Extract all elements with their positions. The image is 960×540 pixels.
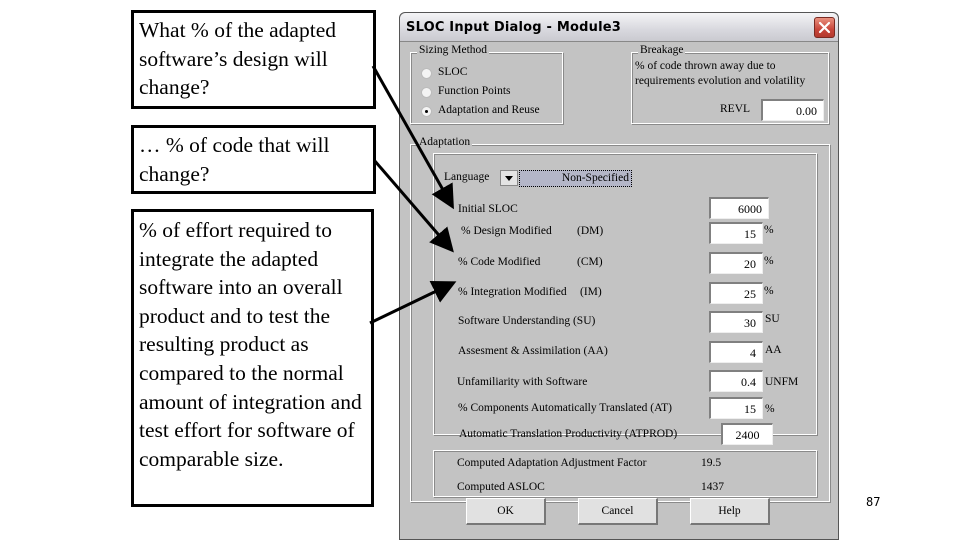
breakage-description-2: requirements evolution and volatility xyxy=(635,75,806,87)
ok-button[interactable]: OK xyxy=(466,498,546,525)
cm-abbr: (CM) xyxy=(577,256,603,268)
sloc-input-dialog: SLOC Input Dialog - Module3 Sizing Metho… xyxy=(399,12,839,540)
close-button[interactable] xyxy=(814,17,835,38)
breakage-group: Breakage % of code thrown away due to re… xyxy=(631,44,829,124)
dm-unit: % xyxy=(764,224,774,236)
adaptation-group: Adaptation Language Non-Specified Initia… xyxy=(410,136,830,502)
breakage-legend: Breakage xyxy=(638,44,686,56)
initial-sloc-input[interactable]: 6000 xyxy=(709,197,769,219)
atprod-label: Automatic Translation Productivity (ATPR… xyxy=(459,428,678,440)
radio-label: Function Points xyxy=(438,85,511,97)
cm-label: % Code Modified xyxy=(458,256,541,268)
asloc-value: 1437 xyxy=(701,481,724,493)
language-label: Language xyxy=(444,171,490,183)
dm-abbr: (DM) xyxy=(577,225,604,237)
im-abbr: (IM) xyxy=(580,286,602,298)
adaptation-legend: Adaptation xyxy=(417,136,473,148)
im-input[interactable]: 25 xyxy=(709,282,763,304)
su-input[interactable]: 30 xyxy=(709,311,763,333)
im-label: % Integration Modified xyxy=(458,286,567,298)
unfm-input[interactable]: 0.4 xyxy=(709,370,763,392)
radio-label: SLOC xyxy=(438,66,468,78)
at-input[interactable]: 15 xyxy=(709,397,763,419)
close-icon xyxy=(818,21,831,34)
radio-button[interactable] xyxy=(421,87,432,98)
slide-number: 87 xyxy=(866,495,881,509)
aa-input[interactable]: 4 xyxy=(709,341,763,363)
at-label: % Components Automatically Translated (A… xyxy=(458,402,673,414)
cm-unit: % xyxy=(764,255,774,267)
sizing-method-group: Sizing Method SLOC Function Points Adapt… xyxy=(410,44,563,124)
dialog-title: SLOC Input Dialog - Module3 xyxy=(406,20,621,35)
revl-input[interactable]: 0.00 xyxy=(761,99,824,121)
sizing-method-legend: Sizing Method xyxy=(417,44,490,56)
su-unit: SU xyxy=(765,313,780,325)
asloc-label: Computed ASLOC xyxy=(457,481,545,493)
callout-code-modified: … % of code that will change? xyxy=(131,125,376,194)
radio-button-selected[interactable] xyxy=(421,106,432,117)
title-bar[interactable]: SLOC Input Dialog - Module3 xyxy=(400,13,838,42)
computed-results-panel: Computed Adaptation Adjustment Factor 19… xyxy=(433,450,817,497)
cm-input[interactable]: 20 xyxy=(709,252,763,274)
aaf-label: Computed Adaptation Adjustment Factor xyxy=(457,457,647,469)
callout-integration-modified: % of effort required to integrate the ad… xyxy=(131,209,374,507)
adaptation-parameters-panel: Language Non-Specified Initial SLOC 6000… xyxy=(433,153,817,445)
im-unit: % xyxy=(764,285,774,297)
radio-button[interactable] xyxy=(421,68,432,79)
dm-label: % Design Modified xyxy=(461,225,552,237)
revl-label: REVL xyxy=(720,103,751,115)
language-dropdown-button[interactable] xyxy=(500,170,518,186)
dm-input[interactable]: 15 xyxy=(709,222,763,244)
callout-design-modified: What % of the adapted software’s design … xyxy=(131,10,376,109)
at-unit: % xyxy=(765,403,775,415)
breakage-description: % of code thrown away due to xyxy=(635,60,776,72)
initial-sloc-label: Initial SLOC xyxy=(458,203,518,215)
radio-label: Adaptation and Reuse xyxy=(438,104,540,116)
su-label: Software Understanding (SU) xyxy=(458,315,596,327)
language-select[interactable]: Non-Specified xyxy=(519,170,632,187)
help-button[interactable]: Help xyxy=(690,498,770,525)
unfm-label: Unfamiliarity with Software xyxy=(457,376,588,388)
aa-label: Assesment & Assimilation (AA) xyxy=(458,345,608,357)
unfm-unit: UNFM xyxy=(765,376,799,388)
atprod-input[interactable]: 2400 xyxy=(721,423,773,445)
cancel-button[interactable]: Cancel xyxy=(578,498,658,525)
aa-unit: AA xyxy=(765,344,782,356)
aaf-value: 19.5 xyxy=(701,457,722,469)
